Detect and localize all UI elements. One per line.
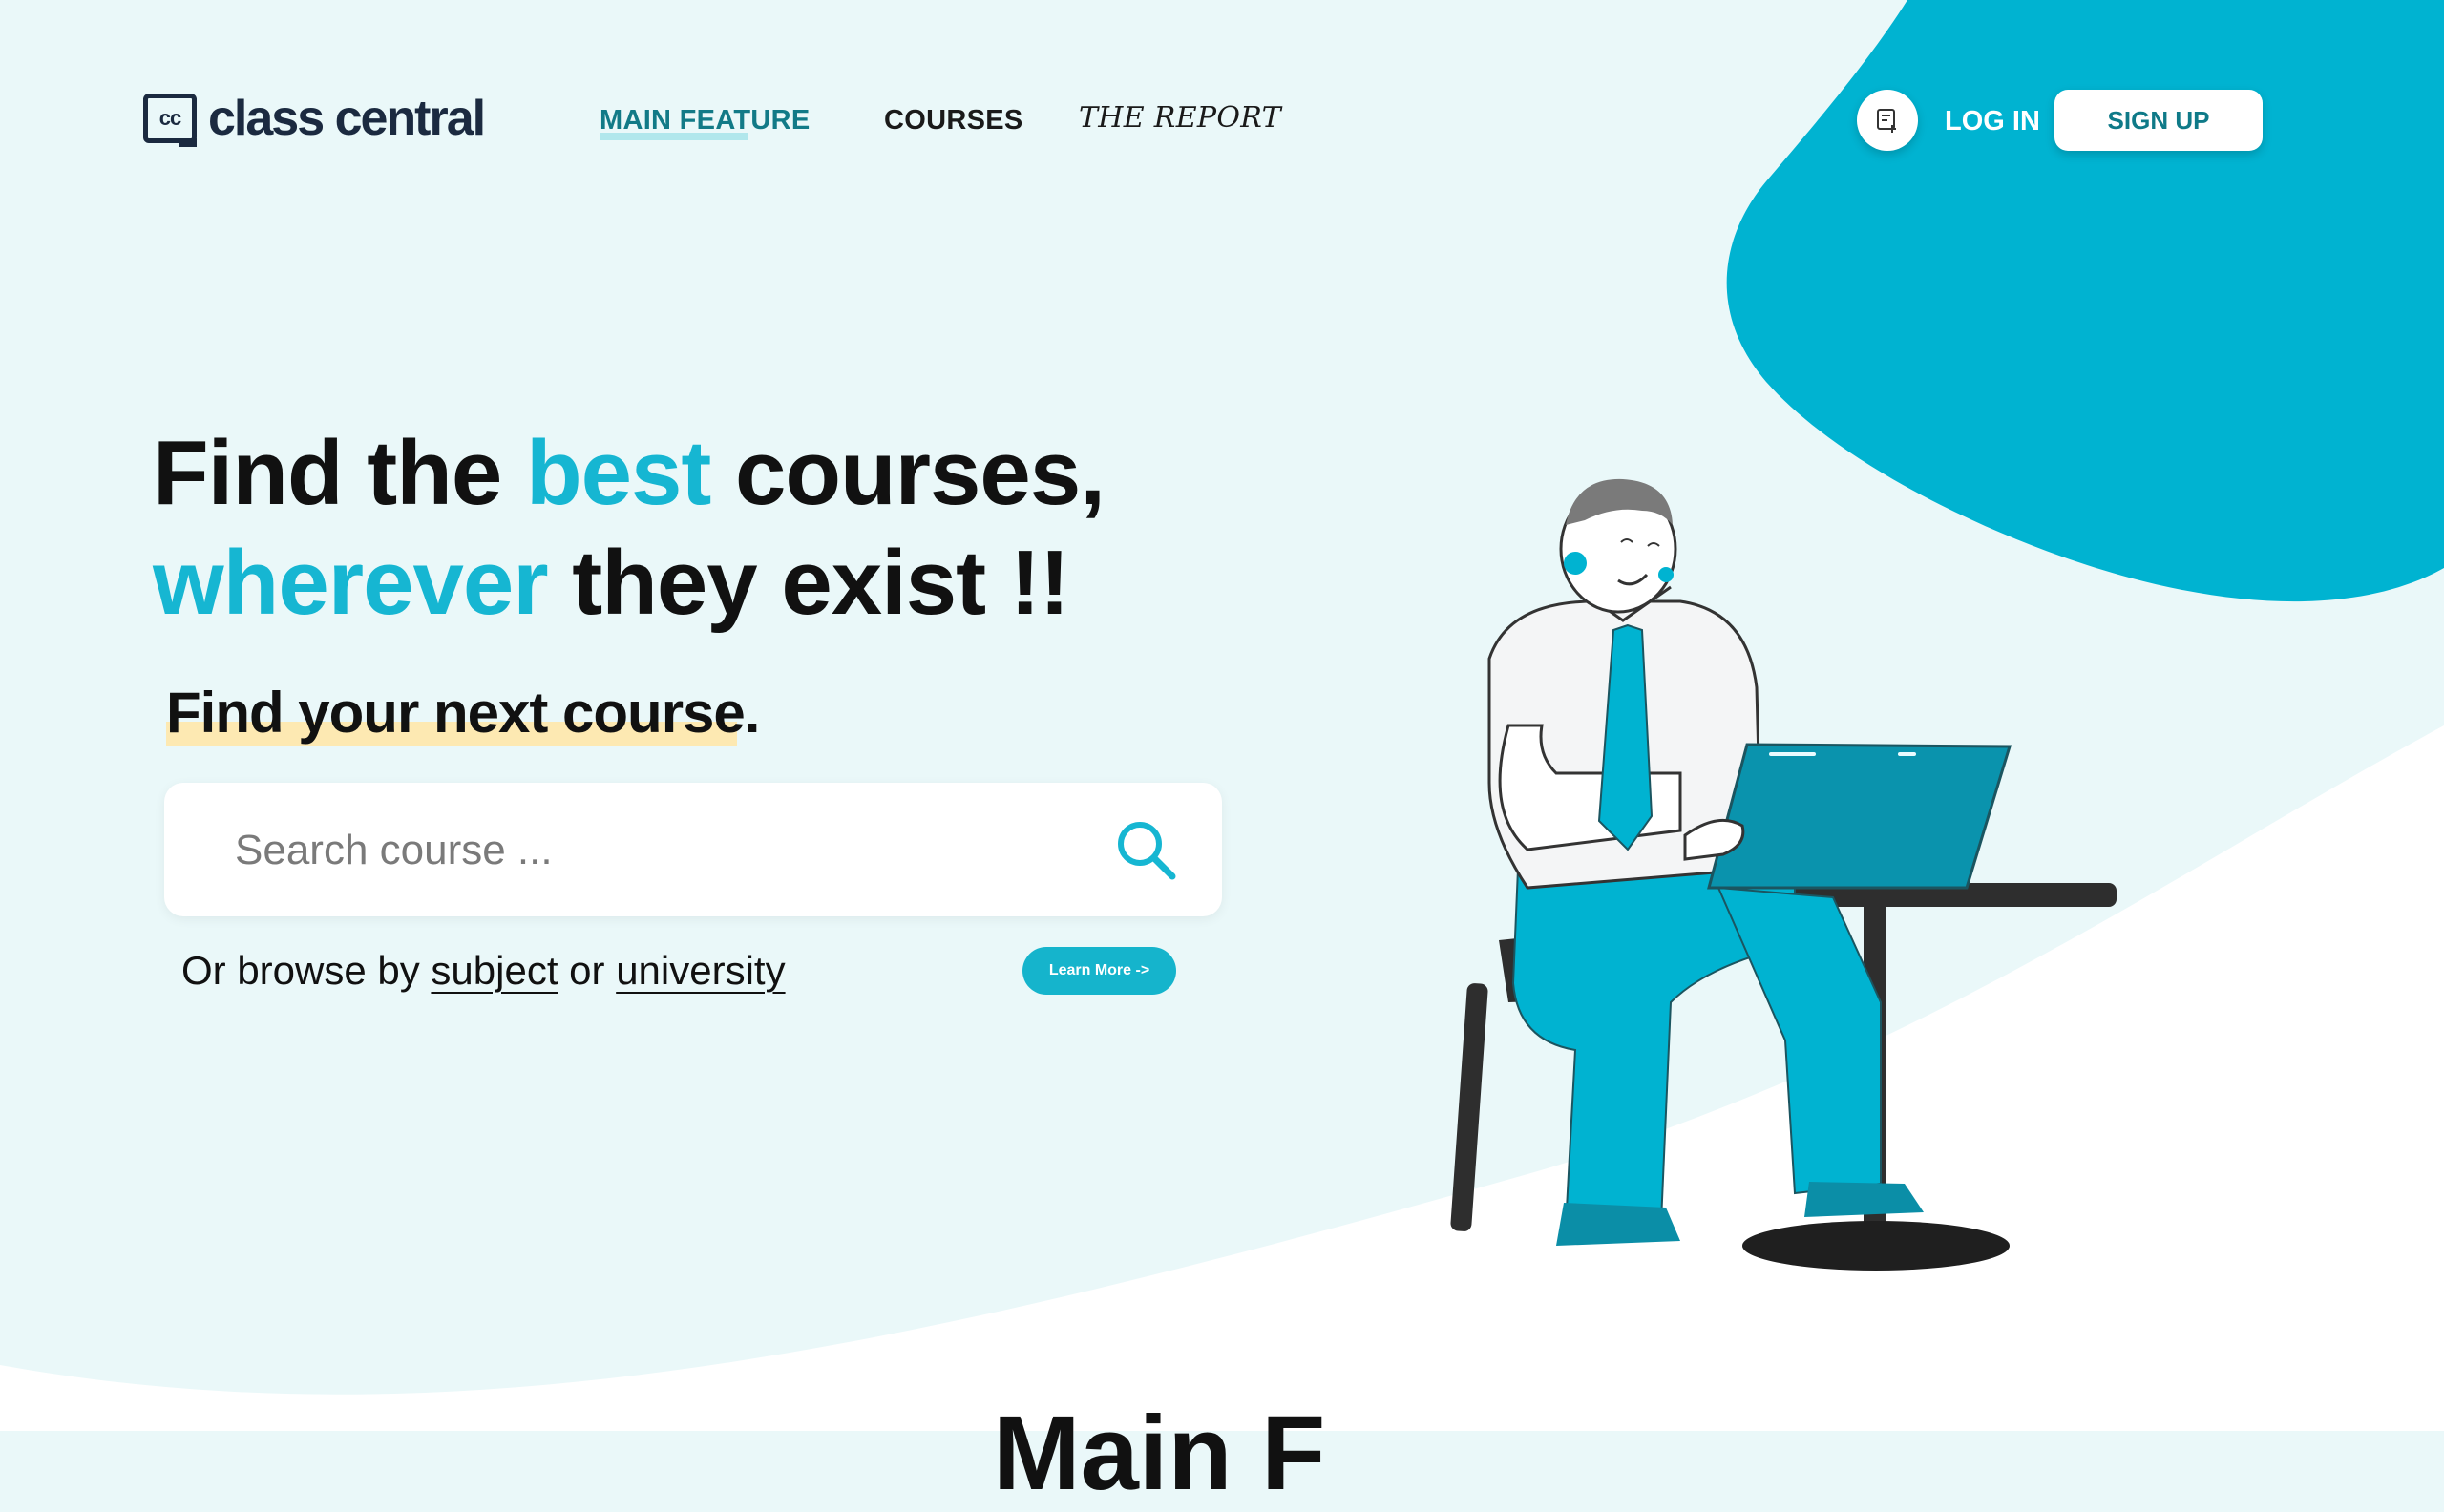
nav-the-report[interactable]: THE REPORT <box>1079 101 1281 135</box>
logo-mark: cc <box>143 94 197 147</box>
subheading-text: Find your next course <box>166 681 746 745</box>
browse-middle: or <box>558 948 617 993</box>
logo-text: class central <box>208 91 486 146</box>
nav-main-feature-label: MAIN FEATURE <box>600 105 811 136</box>
note-add-button[interactable] <box>1857 90 1918 151</box>
hero-heading-line-2: wherever they exist !! <box>153 537 1070 629</box>
learn-more-button[interactable]: Learn More -> <box>1022 947 1176 995</box>
hero-line1-part1: Find the <box>153 422 526 524</box>
hero-line2-part2: they exist !! <box>547 532 1069 634</box>
university-link[interactable]: university <box>616 948 785 993</box>
man-at-laptop-illustration <box>1450 478 2117 1270</box>
hero-accent-wherever: wherever <box>153 532 549 634</box>
browse-prefix: Or browse by <box>181 948 432 993</box>
hero-accent-best: best <box>525 422 711 524</box>
browse-text: Or browse by subject or university <box>181 948 786 994</box>
subheading-period: . <box>744 681 761 745</box>
search-icon[interactable] <box>1113 817 1180 884</box>
search-input[interactable] <box>233 819 1058 882</box>
signup-button[interactable]: SIGN UP <box>2054 90 2263 151</box>
nav-courses[interactable]: COURSES <box>884 105 1023 136</box>
search-box <box>164 783 1222 916</box>
subject-link[interactable]: subject <box>431 948 558 993</box>
note-add-icon <box>1877 109 1896 133</box>
laptop <box>1707 743 2012 890</box>
hero-line1-part2: courses, <box>710 422 1106 524</box>
head <box>1559 478 1677 614</box>
hero-subheading: Find your next course. <box>166 680 761 746</box>
nav-main-feature[interactable]: MAIN FEATURE <box>600 105 811 140</box>
next-section-heading: Main F <box>993 1395 1326 1512</box>
hero-heading-line-1: Find the best courses, <box>153 428 1106 519</box>
login-link[interactable]: LOG IN <box>1945 106 2040 137</box>
logo[interactable]: cc class central <box>143 88 486 149</box>
